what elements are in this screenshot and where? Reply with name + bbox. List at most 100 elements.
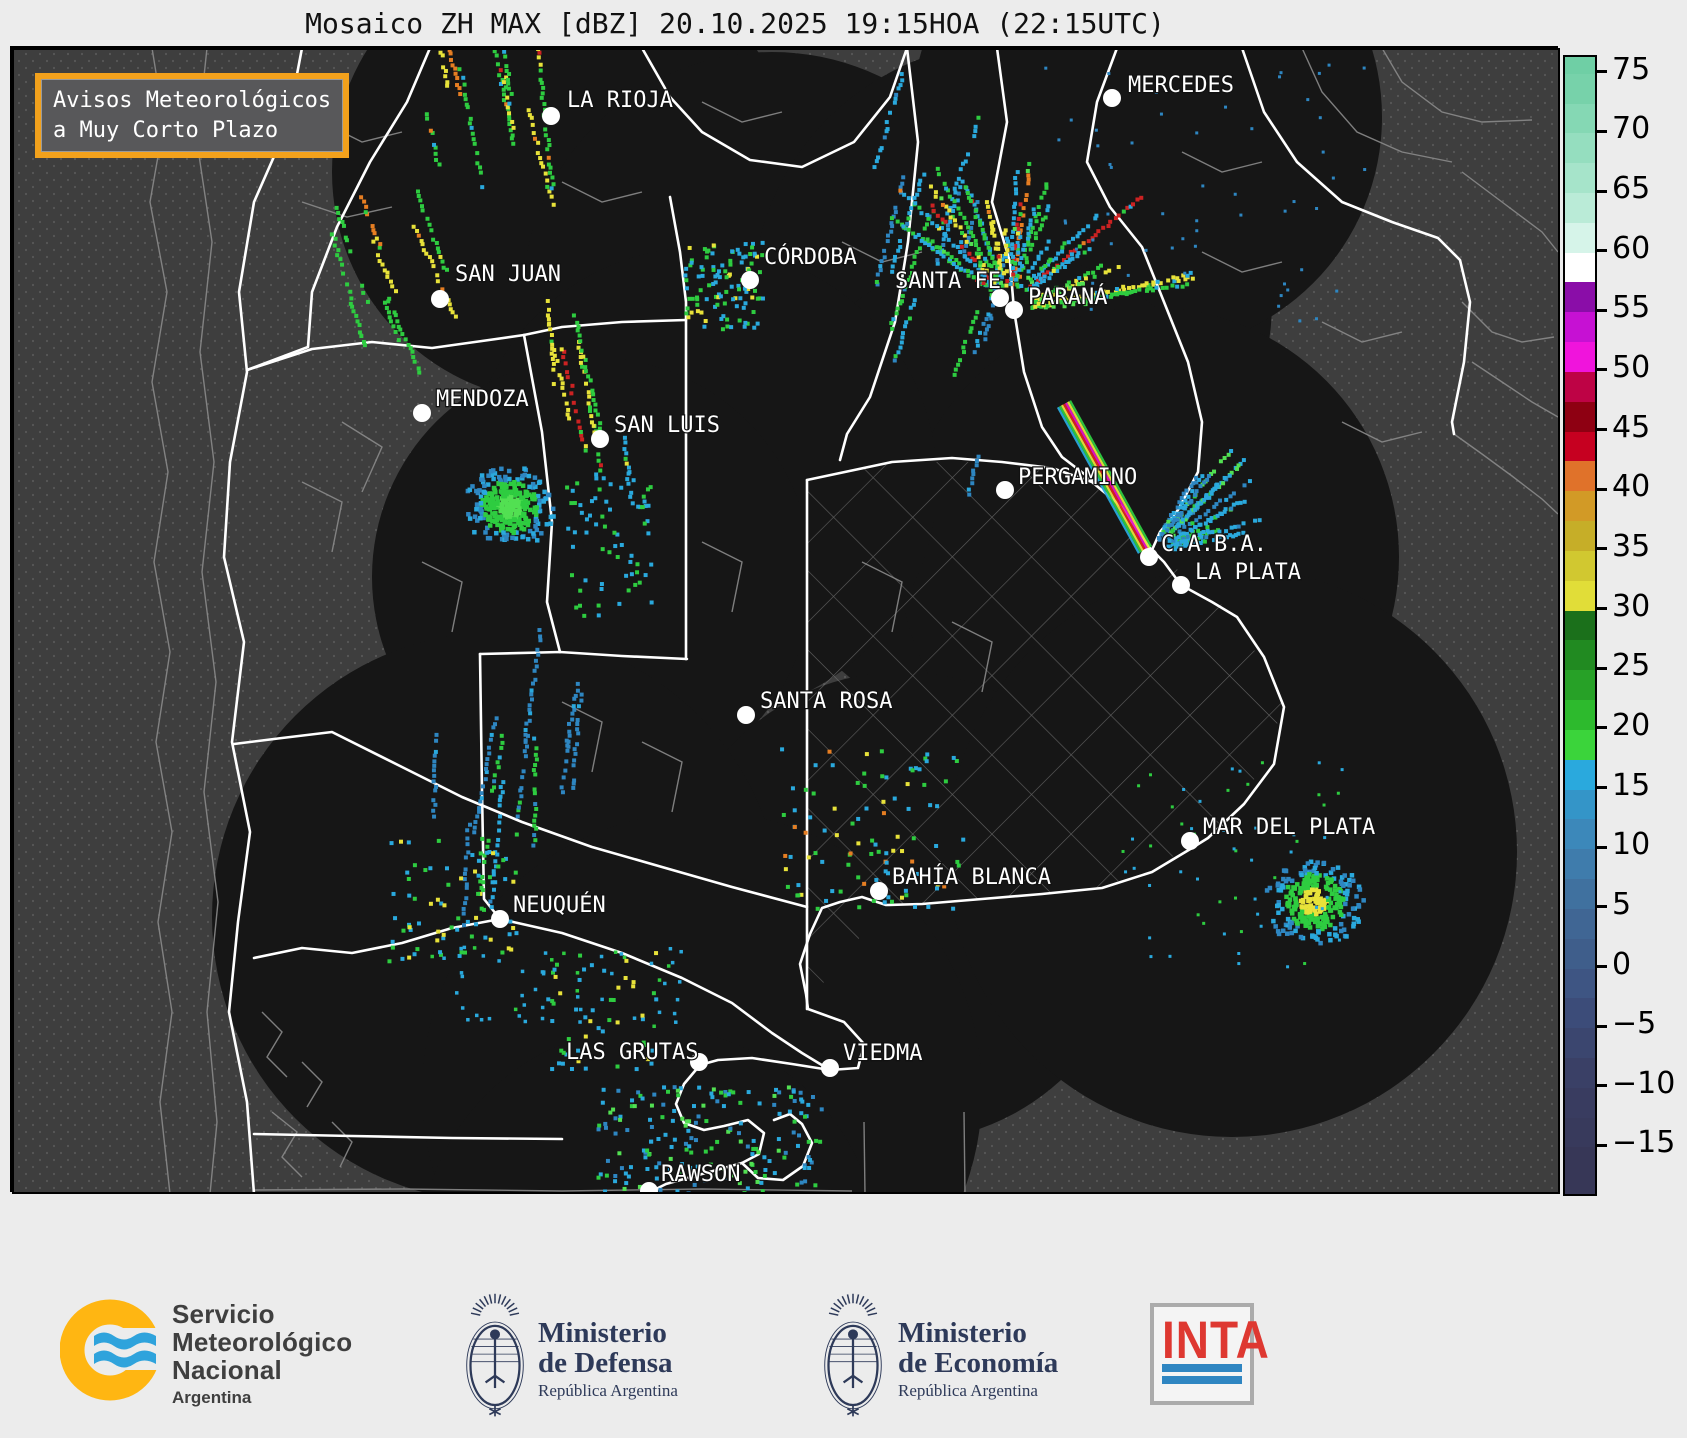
city-dot	[870, 882, 888, 900]
warning-box: Avisos Meteorológicos a Muy Corto Plazo	[35, 73, 350, 159]
colorbar-tickmark-−15	[1597, 1143, 1607, 1147]
colorbar-tickmark-15	[1597, 786, 1607, 790]
colorbar-segment--7.5	[1565, 1028, 1595, 1059]
defensa-line1: Ministerio	[538, 1317, 667, 1349]
colorbar-tickmark-35	[1597, 547, 1607, 551]
colorbar-label-30: 30	[1612, 588, 1651, 624]
city-label: LA RIOJA	[567, 88, 673, 113]
city-label: SAN LUIS	[614, 413, 720, 438]
colorbar-segment-52.5	[1565, 312, 1595, 343]
city-label: MERCEDES	[1128, 73, 1234, 98]
city-dot	[821, 1059, 839, 1077]
colorbar-tickmark-65	[1597, 189, 1607, 193]
colorbar-segment--2.5	[1565, 968, 1595, 999]
colorbar-segment-42.5	[1565, 431, 1595, 462]
defensa-coat-of-arms	[456, 1290, 534, 1426]
colorbar-label-20: 20	[1612, 707, 1651, 743]
city-label: LAS GRUTAS	[566, 1040, 698, 1065]
city-label: MENDOZA	[436, 387, 529, 412]
city-label: LA PLATA	[1195, 560, 1301, 585]
colorbar-label-70: 70	[1612, 111, 1651, 147]
colorbar-label-−15: −15	[1612, 1125, 1676, 1161]
colorbar-tickmark-25	[1597, 666, 1607, 670]
colorbar-segment-30	[1565, 580, 1595, 612]
colorbar-tickmark-55	[1597, 308, 1607, 312]
colorbar-label-−5: −5	[1612, 1006, 1657, 1042]
colorbar-label-60: 60	[1612, 230, 1651, 266]
colorbar-tickmark-20	[1597, 726, 1607, 730]
city-dot	[1103, 89, 1121, 107]
colorbar-segment-22.5	[1565, 670, 1595, 701]
colorbar-tickmark-40	[1597, 487, 1607, 491]
city-dot	[1172, 576, 1190, 594]
colorbar-label-55: 55	[1612, 290, 1651, 326]
city-dot	[1140, 548, 1158, 566]
city-dot	[1181, 832, 1199, 850]
colorbar-tickmark-−10	[1597, 1084, 1607, 1088]
colorbar-label-15: 15	[1612, 767, 1651, 803]
colorbar-tickmark-75	[1597, 70, 1607, 74]
colorbar-label-35: 35	[1612, 528, 1651, 564]
economia-logo-text: Ministerio de Economía República Argenti…	[898, 1318, 1058, 1401]
colorbar-segment-7.5	[1565, 849, 1595, 880]
colorbar-segment-32.5	[1565, 550, 1595, 582]
colorbar-label-25: 25	[1612, 648, 1651, 684]
smn-line1: Servicio	[172, 1299, 275, 1329]
colorbar-label-0: 0	[1612, 946, 1632, 982]
smn-line3: Nacional	[172, 1355, 282, 1385]
colorbar-label-40: 40	[1612, 469, 1651, 505]
defensa-logo-text: Ministerio de Defensa República Argentin…	[538, 1318, 678, 1401]
economia-line1: Ministerio	[898, 1317, 1027, 1349]
colorbar-label-50: 50	[1612, 349, 1651, 385]
city-label: SANTA FE	[895, 269, 1001, 294]
radar-map: LA RIOJA MERCEDES SAN JUAN CÓRDOBA SANTA FE P…	[10, 46, 1560, 1194]
colorbar-segment-12.5	[1565, 789, 1595, 820]
city-dot	[431, 290, 449, 308]
colorbar-segment-57.5	[1565, 252, 1595, 283]
colorbar-segment-72.5	[1565, 73, 1595, 104]
city-dot	[413, 404, 431, 422]
city-label: PERGAMINO	[1018, 465, 1137, 490]
colorbar-tickmark-−5	[1597, 1024, 1607, 1028]
colorbar-segment--18.9	[1565, 1147, 1595, 1195]
city-label: CÓRDOBA	[764, 244, 857, 270]
colorbar-tickmark-60	[1597, 249, 1607, 253]
city-label: SAN JUAN	[455, 262, 561, 287]
warning-box-line2: a Muy Corto Plazo	[53, 117, 279, 143]
colorbar-segment-67.5	[1565, 133, 1595, 164]
colorbar-segment-35	[1565, 521, 1595, 552]
colorbar-label-75: 75	[1612, 51, 1651, 87]
colorbar-tickmark-70	[1597, 129, 1607, 133]
economia-coat-of-arms	[814, 1290, 892, 1426]
city-dot	[741, 271, 759, 289]
economia-line2: de Economía	[898, 1347, 1059, 1379]
page-title: Mosaico ZH MAX [dBZ] 20.10.2025 19:15HOA…	[305, 7, 1165, 40]
radar-map-canvas: LA RIOJA MERCEDES SAN JUAN CÓRDOBA SANTA FE P…	[12, 48, 1560, 1194]
city-dot	[542, 107, 560, 125]
colorbar-segment-47.5	[1565, 371, 1595, 403]
inta-logo-bar2	[1162, 1376, 1242, 1384]
colorbar-segment-2.5	[1565, 908, 1595, 940]
smn-logo	[60, 1299, 162, 1401]
colorbar	[1563, 55, 1597, 1196]
city-label: PARANÁ	[1028, 284, 1107, 310]
colorbar-label-5: 5	[1612, 886, 1632, 922]
colorbar-label-65: 65	[1612, 171, 1651, 206]
city-dot	[996, 481, 1014, 499]
city-dot	[1005, 301, 1023, 319]
city-dot	[491, 910, 509, 928]
colorbar-tickmark-0	[1597, 965, 1607, 968]
radar-page: { "title": "Mosaico ZH MAX [dBZ] 20.10.2…	[0, 0, 1687, 1438]
defensa-sub: República Argentina	[538, 1381, 678, 1400]
city-label: NEUQUÉN	[513, 892, 606, 918]
colorbar-segment--15	[1565, 1117, 1595, 1148]
colorbar-segment-50	[1565, 342, 1595, 373]
inta-logo-text: INTA	[1162, 1309, 1270, 1370]
colorbar-segment-37.5	[1565, 491, 1595, 522]
city-dot	[591, 430, 609, 448]
colorbar-segment-70	[1565, 103, 1595, 134]
city-label: RAWSON	[661, 1162, 740, 1187]
colorbar-tickmark-10	[1597, 845, 1607, 849]
economia-sub: República Argentina	[898, 1381, 1038, 1400]
smn-line2: Meteorológico	[172, 1327, 353, 1357]
